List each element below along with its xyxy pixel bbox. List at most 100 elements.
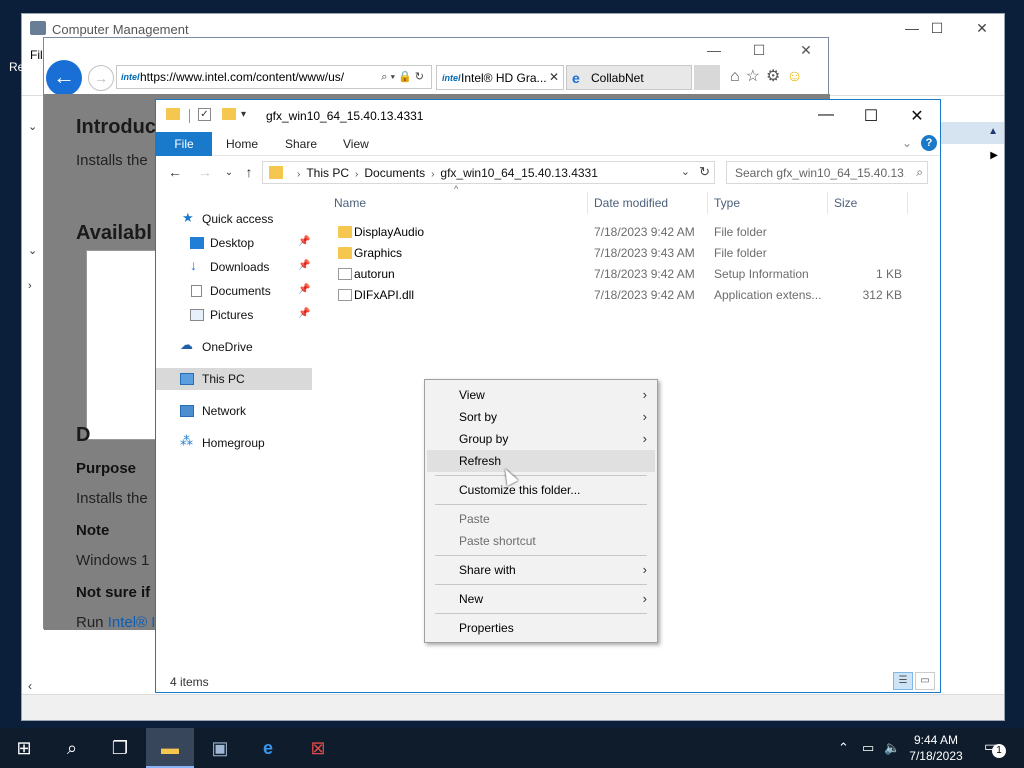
cm-menu-file[interactable]: Fil [30, 48, 43, 62]
search-input[interactable]: Search gfx_win10_64_15.40.13.... ⌕ [726, 161, 928, 184]
breadcrumb-documents[interactable]: Documents [364, 166, 425, 180]
tab-home[interactable]: Home [226, 137, 258, 151]
table-row[interactable]: autorun 7/18/2023 9:42 AM Setup Informat… [334, 264, 908, 285]
sidebar-item-documents[interactable]: Documents 📌 [156, 280, 312, 302]
search-icon[interactable]: ⌕ [48, 728, 96, 768]
chevron-right-icon[interactable]: › [431, 169, 434, 180]
tab-file[interactable]: File [156, 132, 212, 156]
chevron-down-icon[interactable]: ⌄ [28, 120, 37, 133]
chevron-down-icon[interactable]: ⌄ [28, 244, 37, 257]
chevron-right-icon[interactable]: › [28, 280, 32, 292]
computer-management-taskbar-icon[interactable]: ▣ [196, 728, 244, 768]
star-icon[interactable]: ☆ [746, 68, 766, 85]
column-divider[interactable] [707, 192, 708, 214]
file-explorer-taskbar-icon[interactable]: ▬ [146, 728, 194, 768]
minimize-icon[interactable]: — [704, 42, 724, 58]
column-header-type[interactable]: Type [714, 196, 740, 218]
sidebar-item-this-pc[interactable]: This PC [156, 368, 312, 390]
sidebar-item-pictures[interactable]: Pictures 📌 [156, 304, 312, 326]
close-icon[interactable]: ✕ [903, 106, 931, 126]
column-divider[interactable] [587, 192, 588, 214]
menu-item-new[interactable]: New › [427, 588, 655, 610]
windows-start-icon[interactable]: ⊞ [0, 728, 48, 768]
app-taskbar-icon[interactable]: ⊠ [294, 728, 342, 768]
task-view-icon[interactable]: ❐ [96, 728, 144, 768]
column-header-name[interactable]: Name [334, 196, 366, 218]
expand-ribbon-icon[interactable]: ⌄ [902, 136, 912, 150]
column-header-size[interactable]: Size [834, 196, 857, 218]
system-clock[interactable]: 9:44 AM 7/18/2023 [900, 732, 972, 764]
minimize-icon[interactable]: — [902, 20, 922, 36]
details-view-icon[interactable]: ☰ [893, 672, 913, 690]
pin-icon[interactable]: 📌 [298, 308, 310, 319]
chevron-left-icon[interactable]: ‹ [28, 679, 32, 693]
explorer-title-bar[interactable]: ✓ ▾ gfx_win10_64_15.40.13.4331 — ☐ ✕ [156, 100, 940, 132]
column-divider[interactable] [907, 192, 908, 214]
network-tray-icon[interactable]: ▭ [862, 740, 874, 756]
menu-item-group-by[interactable]: Group by › [427, 428, 655, 450]
table-row[interactable]: Graphics 7/18/2023 9:43 AM File folder [334, 243, 908, 264]
smiley-icon[interactable]: ☺ [786, 68, 808, 85]
notification-icon[interactable]: ▭ 1 [984, 738, 1006, 758]
menu-item-customize[interactable]: Customize this folder... [427, 479, 655, 501]
pin-icon[interactable]: 📌 [298, 260, 310, 271]
gear-icon[interactable]: ⚙ [766, 68, 786, 85]
sidebar-item-onedrive[interactable]: ☁ OneDrive [156, 336, 312, 358]
large-icons-view-icon[interactable]: ▭ [915, 672, 935, 690]
intel-link[interactable]: Intel® I [108, 614, 156, 631]
ie-taskbar-icon[interactable]: e [244, 728, 292, 768]
table-row[interactable]: DisplayAudio 7/18/2023 9:42 AM File fold… [334, 222, 908, 243]
maximize-icon[interactable]: ☐ [927, 20, 947, 37]
chevron-down-icon[interactable]: ⌄ [681, 165, 690, 178]
menu-item-paste[interactable]: Paste [427, 508, 655, 530]
column-header-date[interactable]: Date modified [594, 196, 668, 218]
menu-item-view[interactable]: View › [427, 384, 655, 406]
volume-muted-icon[interactable]: 🔈 [884, 740, 900, 756]
breadcrumb-current[interactable]: gfx_win10_64_15.40.13.4331 [440, 166, 597, 180]
home-icon[interactable]: ⌂ [730, 68, 746, 85]
back-arrow-icon[interactable]: ← [166, 164, 184, 180]
sidebar-item-homegroup[interactable]: ⁂ Homegroup [156, 432, 312, 454]
chevron-right-icon[interactable]: › [355, 169, 358, 180]
maximize-icon[interactable]: ☐ [749, 42, 769, 59]
quick-access-toolbar-dropdown[interactable]: ▾ [241, 109, 246, 120]
help-icon[interactable]: ? [921, 135, 937, 151]
address-actions[interactable]: ⌕▾🔒↻ [381, 70, 427, 84]
menu-item-refresh[interactable]: Refresh [427, 450, 655, 472]
sidebar-item-network[interactable]: Network [156, 400, 312, 422]
close-icon[interactable]: ✕ [972, 20, 992, 37]
sidebar-item-downloads[interactable]: ↓ Downloads 📌 [156, 256, 312, 278]
breadcrumb-this-pc[interactable]: This PC [306, 166, 349, 180]
minimize-icon[interactable]: — [812, 106, 840, 124]
address-bar[interactable]: intel https://www.intel.com/content/www/… [116, 65, 432, 89]
tab-collabnet[interactable]: e CollabNet [566, 65, 692, 90]
explorer-address-bar[interactable]: › This PC › Documents › gfx_win10_64_15.40.13… [262, 161, 715, 184]
chevron-right-icon[interactable]: › [297, 169, 300, 180]
close-tab-icon[interactable]: ✕ [549, 70, 559, 84]
menu-item-properties[interactable]: Properties [427, 617, 655, 639]
new-tab-button[interactable] [694, 65, 720, 90]
table-row[interactable]: DIFxAPI.dll 7/18/2023 9:42 AM Applicatio… [334, 285, 908, 306]
properties-icon[interactable]: ✓ [198, 108, 211, 121]
new-folder-icon[interactable] [222, 108, 236, 120]
tab-view[interactable]: View [343, 137, 369, 151]
tab-intel[interactable]: intel Intel® HD Gra... ✕ [436, 65, 564, 90]
tab-share[interactable]: Share [285, 137, 317, 151]
up-arrow-icon[interactable]: ↑ [240, 164, 258, 180]
sidebar-item-desktop[interactable]: Desktop 📌 [156, 232, 312, 254]
close-icon[interactable]: ✕ [796, 42, 816, 59]
column-divider[interactable] [827, 192, 828, 214]
triangle-right-icon[interactable]: ▶ [990, 150, 998, 161]
back-button[interactable]: ← [46, 60, 82, 96]
menu-item-sort-by[interactable]: Sort by › [427, 406, 655, 428]
pin-icon[interactable]: 📌 [298, 284, 310, 295]
menu-item-paste-shortcut[interactable]: Paste shortcut [427, 530, 655, 552]
recent-locations-icon[interactable]: ⌄ [220, 167, 238, 178]
chevron-up-icon[interactable]: ⌃ [838, 740, 849, 756]
forward-button[interactable]: → [88, 65, 114, 91]
refresh-icon[interactable]: ↻ [699, 164, 710, 180]
forward-arrow-icon[interactable]: → [196, 164, 214, 180]
pin-icon[interactable]: 📌 [298, 236, 310, 247]
menu-item-share-with[interactable]: Share with › [427, 559, 655, 581]
maximize-icon[interactable]: ☐ [857, 106, 885, 126]
